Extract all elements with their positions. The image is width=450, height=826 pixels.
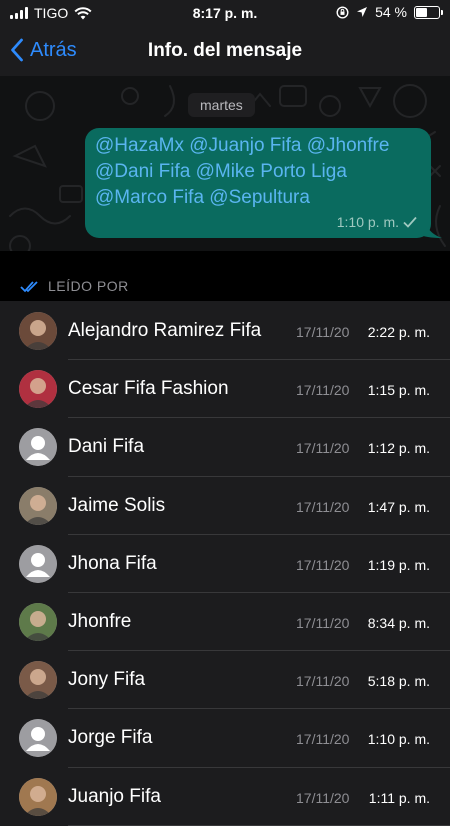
message-meta: 1:10 p. m. bbox=[337, 214, 417, 230]
contact-row[interactable]: Jhona Fifa 17/11/20 1:19 p. m. bbox=[0, 535, 450, 593]
read-by-section: LEÍDO POR Alejandro Ramirez Fifa 17/11/20… bbox=[0, 251, 450, 826]
contact-photo-avatar bbox=[19, 602, 57, 641]
default-avatar-icon bbox=[19, 544, 57, 583]
contact-row[interactable]: Jaime Solis 17/11/20 1:47 p. m. bbox=[0, 477, 450, 535]
read-time: 1:11 p. m. bbox=[368, 789, 430, 806]
contact-row[interactable]: Alejandro Ramirez Fifa 17/11/20 2:22 p. m. bbox=[0, 302, 450, 361]
read-time: 1:10 p. m. bbox=[367, 731, 430, 748]
read-by-list: Alejandro Ramirez Fifa 17/11/20 2:22 p. m.… bbox=[0, 302, 450, 826]
nav-bar: Atrás Info. del mensaje bbox=[0, 26, 450, 76]
double-check-icon bbox=[20, 280, 38, 292]
message-time: 1:10 p. m. bbox=[336, 214, 399, 230]
contact-photo-avatar bbox=[19, 370, 57, 409]
contact-name: Jorge Fifa bbox=[68, 727, 153, 749]
read-date: 17/11/20 bbox=[296, 440, 350, 457]
message-preview: martes @HazaMx @Juanjo Fifa @Jhonfre @Da… bbox=[0, 76, 450, 251]
message-bubble[interactable]: @HazaMx @Juanjo Fifa @Jhonfre @Dani Fifa… bbox=[85, 128, 431, 238]
read-date: 17/11/20 bbox=[296, 556, 350, 573]
contact-name: Cesar Fifa Fashion bbox=[68, 378, 229, 400]
contact-name: Juanjo Fifa bbox=[68, 785, 161, 807]
sent-check-icon bbox=[403, 216, 417, 228]
battery-percent: 54 % bbox=[375, 4, 407, 20]
read-date: 17/11/20 bbox=[296, 382, 350, 399]
read-time: 1:47 p. m. bbox=[367, 498, 430, 515]
contact-photo-avatar bbox=[19, 777, 57, 816]
contact-name: Jhonfre bbox=[68, 610, 132, 632]
day-separator: martes bbox=[188, 93, 255, 117]
read-date: 17/11/20 bbox=[296, 731, 350, 748]
contact-name: Alejandro Ramirez Fifa bbox=[68, 320, 262, 341]
read-time: 5:18 p. m. bbox=[367, 673, 430, 690]
contact-name: Jaime Solis bbox=[68, 494, 166, 516]
page-title: Info. del mensaje bbox=[147, 40, 303, 61]
status-right: 54 % bbox=[336, 4, 443, 20]
rotation-lock-icon bbox=[336, 5, 349, 19]
default-avatar-icon bbox=[19, 428, 57, 467]
status-bar: TIGO 8:17 p. m. 54 % bbox=[0, 0, 450, 26]
read-by-label: LEÍDO POR bbox=[48, 278, 129, 294]
read-by-header: LEÍDO POR bbox=[0, 251, 450, 301]
read-time: 1:15 p. m. bbox=[367, 382, 430, 399]
contact-row[interactable]: Cesar Fifa Fashion 17/11/20 1:15 p. m. bbox=[0, 360, 450, 419]
contact-row[interactable]: Jony Fifa 17/11/20 5:18 p. m. bbox=[0, 651, 450, 710]
contact-row[interactable]: Juanjo Fifa 17/11/20 1:11 p. m. bbox=[0, 768, 450, 826]
contact-row[interactable]: Jhonfre 17/11/20 8:34 p. m. bbox=[0, 593, 450, 652]
read-time: 8:34 p. m. bbox=[367, 614, 430, 631]
contact-name: Dani Fifa bbox=[68, 436, 145, 458]
contact-photo-avatar bbox=[19, 312, 57, 350]
read-time: 1:19 p. m. bbox=[367, 556, 430, 573]
contact-name: Jony Fifa bbox=[68, 669, 146, 691]
location-icon bbox=[357, 7, 368, 17]
message-text: @HazaMx @Juanjo Fifa @Jhonfre @Dani Fifa… bbox=[95, 135, 390, 208]
contact-name: Jhona Fifa bbox=[68, 552, 157, 574]
read-date: 17/11/20 bbox=[296, 789, 350, 806]
contact-row[interactable]: Jorge Fifa 17/11/20 1:10 p. m. bbox=[0, 709, 450, 768]
read-time: 2:22 p. m. bbox=[367, 324, 430, 340]
contact-row[interactable]: Dani Fifa 17/11/20 1:12 p. m. bbox=[0, 418, 450, 477]
default-avatar-icon bbox=[19, 719, 57, 758]
bubble-tail bbox=[418, 224, 442, 238]
read-date: 17/11/20 bbox=[296, 324, 350, 340]
read-date: 17/11/20 bbox=[296, 673, 350, 690]
contact-photo-avatar bbox=[19, 486, 57, 525]
contact-photo-avatar bbox=[19, 661, 57, 700]
read-date: 17/11/20 bbox=[296, 614, 350, 631]
read-date: 17/11/20 bbox=[296, 498, 350, 515]
read-time: 1:12 p. m. bbox=[367, 440, 430, 457]
battery-icon bbox=[414, 5, 443, 19]
